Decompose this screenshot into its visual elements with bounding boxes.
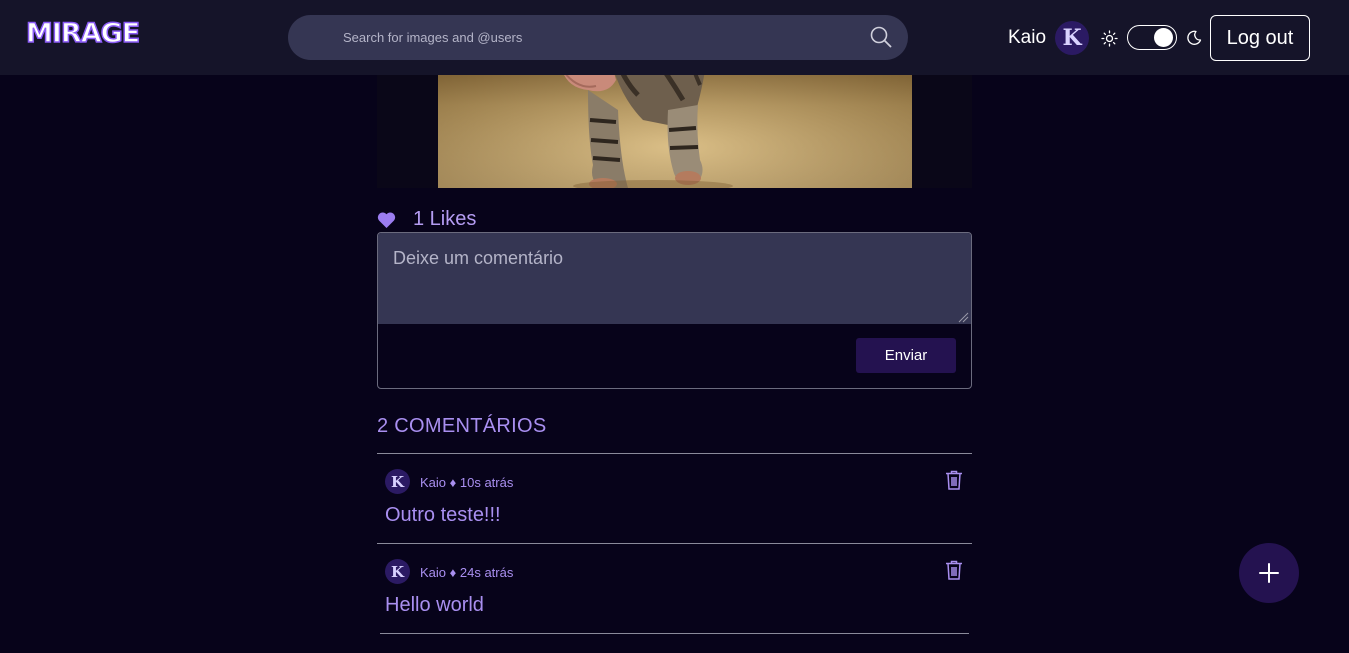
avatar-letter: K bbox=[1062, 25, 1082, 51]
plus-icon bbox=[1259, 563, 1279, 583]
divider bbox=[380, 633, 969, 634]
comment-form: Enviar bbox=[377, 232, 972, 389]
logout-button[interactable]: Log out bbox=[1210, 15, 1310, 61]
heart-icon[interactable] bbox=[377, 211, 396, 229]
avatar-letter: K bbox=[390, 472, 405, 491]
trash-icon[interactable] bbox=[945, 560, 963, 580]
search-bar bbox=[288, 15, 908, 60]
mirage-logo[interactable]: MIRAGE bbox=[26, 16, 168, 48]
top-navbar: MIRAGE Kaio K Log out bbox=[0, 0, 1349, 75]
comments-count-title: 2 COMENTÁRIOS bbox=[377, 415, 547, 437]
search-icon[interactable] bbox=[870, 26, 892, 48]
logo-text: MIRAGE bbox=[26, 18, 139, 48]
comment-item: K Kaio ♦ 10s atrás Outro teste!!! bbox=[377, 454, 972, 544]
send-comment-button[interactable]: Enviar bbox=[856, 338, 956, 373]
moon-icon bbox=[1187, 30, 1202, 45]
comment-avatar[interactable]: K bbox=[385, 559, 410, 584]
avatar-letter: K bbox=[390, 562, 405, 581]
comment-meta: Kaio ♦ 10s atrás bbox=[420, 475, 514, 490]
toggle-knob bbox=[1154, 28, 1173, 47]
comment-item: K Kaio ♦ 24s atrás Hello world bbox=[377, 544, 972, 634]
user-avatar[interactable]: K bbox=[1055, 21, 1089, 55]
comment-text: Outro teste!!! bbox=[385, 504, 501, 526]
add-post-button[interactable] bbox=[1239, 543, 1299, 603]
resize-grip-icon[interactable] bbox=[957, 311, 969, 323]
search-input[interactable] bbox=[343, 15, 843, 60]
comment-avatar[interactable]: K bbox=[385, 469, 410, 494]
likes-count: 1 Likes bbox=[413, 208, 477, 230]
theme-toggle[interactable] bbox=[1127, 25, 1177, 50]
user-name[interactable]: Kaio bbox=[1008, 27, 1046, 49]
comment-textarea[interactable] bbox=[378, 233, 971, 324]
trash-icon[interactable] bbox=[945, 470, 963, 490]
likes-row: 1 Likes bbox=[377, 208, 476, 231]
comment-text: Hello world bbox=[385, 594, 484, 616]
sun-icon bbox=[1101, 30, 1118, 47]
comment-meta: Kaio ♦ 24s atrás bbox=[420, 565, 514, 580]
